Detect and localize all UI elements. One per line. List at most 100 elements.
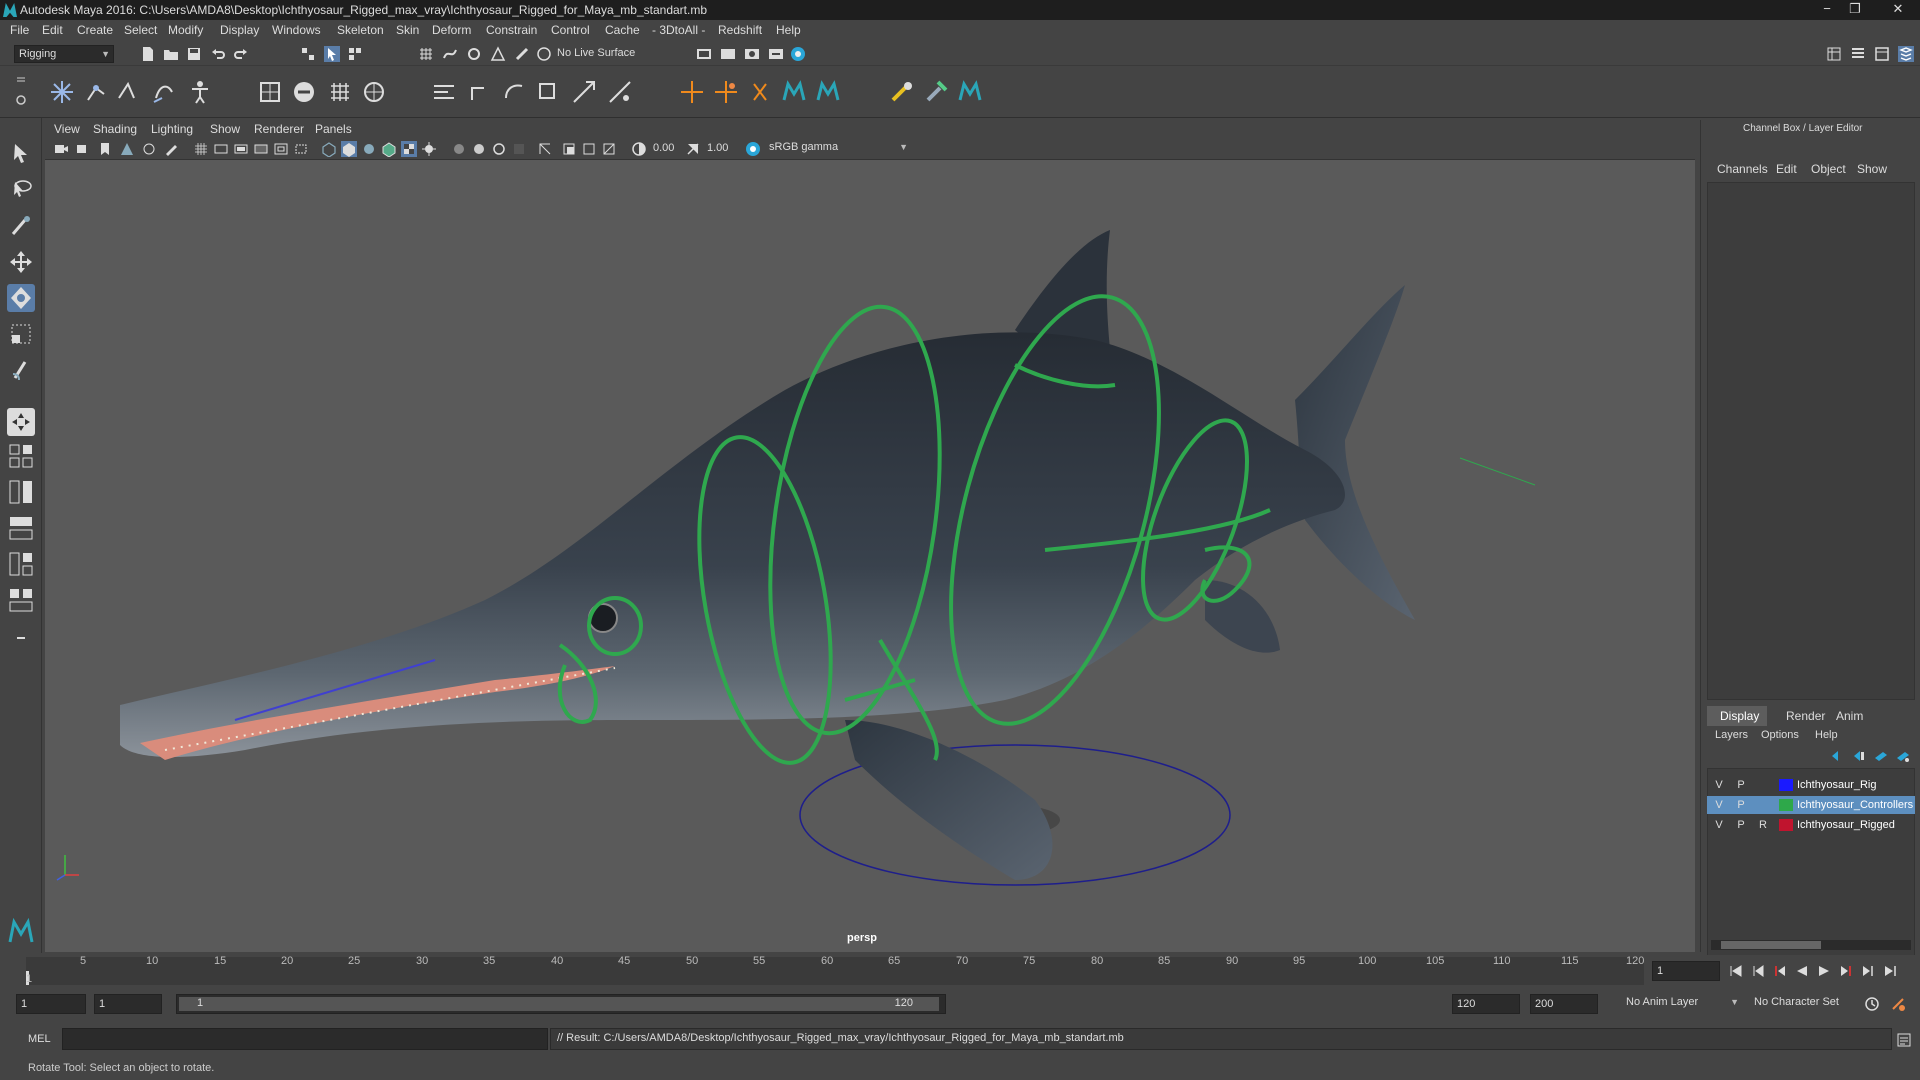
lattice-icon[interactable]: [326, 78, 354, 106]
skin-tool-icon[interactable]: [888, 78, 916, 106]
layer-visible-toggle[interactable]: V: [1711, 776, 1727, 794]
grease-pencil-icon[interactable]: [163, 141, 179, 157]
play-forwards-icon[interactable]: [1816, 963, 1832, 979]
set-driven-key-icon[interactable]: [712, 78, 740, 106]
panel-menu-renderer[interactable]: Renderer: [254, 122, 304, 136]
menu-create[interactable]: Create: [77, 23, 113, 37]
channel-menu-edit[interactable]: Edit: [1776, 162, 1797, 176]
use-default-material-icon[interactable]: [361, 141, 377, 157]
bookmark-icon[interactable]: [97, 141, 113, 157]
tab-display[interactable]: Display: [1707, 706, 1767, 726]
xray-components-icon[interactable]: [601, 141, 617, 157]
step-back-frame-icon[interactable]: [1750, 963, 1766, 979]
channel-menu-channels[interactable]: Channels: [1717, 162, 1768, 176]
menu-redshift[interactable]: Redshift: [718, 23, 762, 37]
time-slider[interactable]: 1 5 10 15 20 25 30 35 40 45 50 55 60 65 …: [0, 955, 1920, 988]
current-frame-field[interactable]: 1: [1652, 961, 1720, 981]
gate-mask-icon[interactable]: [253, 141, 269, 157]
anim-layer-dropdown[interactable]: No Anim Layer ▼: [1622, 994, 1742, 1014]
menu-constrain[interactable]: Constrain: [486, 23, 537, 37]
select-tool-icon[interactable]: [7, 140, 35, 168]
script-editor-icon[interactable]: [1896, 1032, 1912, 1048]
render-settings-icon[interactable]: [768, 46, 784, 62]
resolution-gate-icon[interactable]: [233, 141, 249, 157]
menu-control[interactable]: Control: [551, 23, 590, 37]
textured-icon[interactable]: [401, 141, 417, 157]
mirror-joint-icon[interactable]: [150, 78, 178, 106]
menu-edit[interactable]: Edit: [42, 23, 63, 37]
maya-script-3-icon[interactable]: [956, 78, 984, 106]
panel-menu-lighting[interactable]: Lighting: [151, 122, 193, 136]
panel-menu-view[interactable]: View: [54, 122, 80, 136]
live-surface-field[interactable]: No Live Surface: [553, 45, 651, 63]
select-component-icon[interactable]: [347, 46, 363, 62]
range-slider[interactable]: 1 120: [176, 994, 946, 1014]
menu-skeleton[interactable]: Skeleton: [337, 23, 384, 37]
select-hierarchy-icon[interactable]: [300, 46, 316, 62]
bind-skin-icon[interactable]: [256, 78, 284, 106]
safe-action-icon[interactable]: [293, 141, 309, 157]
layer-color-swatch[interactable]: [1779, 819, 1793, 831]
play-backwards-icon[interactable]: [1794, 963, 1810, 979]
animation-preferences-icon[interactable]: [1890, 996, 1906, 1012]
new-scene-icon[interactable]: [140, 46, 156, 62]
select-camera-icon[interactable]: [53, 141, 69, 157]
new-layer-selected-icon[interactable]: [1895, 748, 1911, 764]
four-view-layout-icon[interactable]: [7, 442, 35, 470]
point-constraint-icon[interactable]: [466, 78, 494, 106]
panel-menu-panels[interactable]: Panels: [315, 122, 352, 136]
rotate-tool-icon[interactable]: [7, 284, 35, 312]
more-layouts-icon[interactable]: [7, 624, 35, 652]
menu-select[interactable]: Select: [124, 23, 157, 37]
cluster-handle-icon[interactable]: [746, 78, 774, 106]
render-view-icon[interactable]: [696, 46, 712, 62]
gamma-icon[interactable]: [685, 141, 701, 157]
move-layer-down-icon[interactable]: [1851, 748, 1867, 764]
wireframe-icon[interactable]: [321, 141, 337, 157]
menu-deform[interactable]: Deform: [432, 23, 471, 37]
color-space-dropdown[interactable]: sRGB gamma ▼: [765, 139, 911, 157]
character-set-dropdown[interactable]: No Character Set: [1750, 994, 1862, 1014]
layer-visible-toggle[interactable]: V: [1711, 816, 1727, 834]
hypershade-layout-icon[interactable]: [7, 550, 35, 578]
redo-icon[interactable]: [233, 46, 249, 62]
paint-select-icon[interactable]: [7, 212, 35, 240]
auto-key-icon[interactable]: [1864, 996, 1880, 1012]
menu-windows[interactable]: Windows: [272, 23, 321, 37]
restore-button[interactable]: ❐: [1842, 1, 1868, 17]
ik-handle-icon[interactable]: [82, 78, 110, 106]
layer-playback-toggle[interactable]: P: [1733, 776, 1749, 794]
snap-curve-icon[interactable]: [442, 46, 458, 62]
xray-joints-icon[interactable]: [581, 141, 597, 157]
paint-weights-icon[interactable]: [290, 78, 318, 106]
script-language-toggle[interactable]: MEL: [28, 1033, 51, 1045]
layer-color-swatch[interactable]: [1779, 779, 1793, 791]
step-forward-key-icon[interactable]: [1838, 963, 1854, 979]
layer-color-swatch[interactable]: [1779, 799, 1793, 811]
channel-list[interactable]: [1707, 182, 1915, 700]
move-tool-icon[interactable]: [7, 248, 35, 276]
snap-view-plane-icon[interactable]: [490, 46, 506, 62]
snap-surface-icon[interactable]: [536, 46, 552, 62]
layer-name[interactable]: Ichthyosaur_Rigged: [1797, 816, 1915, 834]
xray-icon[interactable]: [561, 141, 577, 157]
tool-settings-icon[interactable]: [1874, 46, 1890, 62]
layer-row[interactable]: V P R Ichthyosaur_Rigged: [1707, 816, 1915, 834]
persp-graph-layout-icon[interactable]: [7, 514, 35, 542]
panel-menu-show[interactable]: Show: [210, 122, 240, 136]
single-view-layout-icon[interactable]: [7, 408, 35, 436]
ik-spline-icon[interactable]: [114, 78, 142, 106]
gamma-field[interactable]: 1.00: [703, 139, 739, 159]
cluster-icon[interactable]: [360, 78, 388, 106]
scale-tool-icon[interactable]: [7, 320, 35, 348]
snap-point-icon[interactable]: [466, 46, 482, 62]
start-time-field[interactable]: 1: [16, 994, 86, 1014]
minimize-button[interactable]: −: [1814, 1, 1840, 17]
menu-3dtoall[interactable]: - 3DtoAll -: [652, 23, 705, 37]
exposure-field[interactable]: 0.00: [649, 139, 681, 159]
undo-icon[interactable]: [210, 46, 226, 62]
color-management-icon[interactable]: [745, 141, 761, 157]
new-layer-icon[interactable]: [1873, 748, 1889, 764]
maya-script-2-icon[interactable]: [814, 78, 842, 106]
isolate-select-icon[interactable]: [537, 141, 553, 157]
